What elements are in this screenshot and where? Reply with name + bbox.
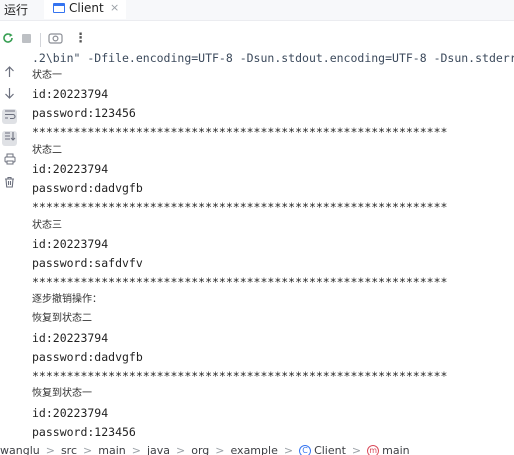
class-icon: C: [299, 445, 312, 455]
console-separator-line: ****************************************…: [32, 200, 448, 214]
rerun-icon[interactable]: [1, 31, 15, 50]
breadcrumb-item[interactable]: wanglu: [0, 445, 40, 455]
console-line-command: .2\bin" -Dfile.encoding=UTF-8 -Dsun.stdo…: [32, 51, 514, 65]
toolbar-divider: [40, 33, 41, 47]
breadcrumb-separator: >: [283, 445, 294, 455]
tab-client[interactable]: Client ×: [44, 0, 126, 19]
console-line: 逐步撤销操作：: [32, 294, 102, 305]
console-line: password:123456: [32, 106, 136, 120]
print-icon[interactable]: [2, 153, 17, 168]
console-icon: [53, 3, 65, 13]
console-line: 恢复到状态一: [32, 388, 92, 399]
scroll-to-end-icon[interactable]: [2, 131, 17, 146]
soft-wrap-icon[interactable]: [2, 109, 17, 124]
method-icon: m: [367, 445, 380, 455]
trash-icon[interactable]: [2, 176, 17, 191]
run-tool-window-title: 运行: [4, 3, 29, 17]
console-output[interactable]: .2\bin" -Dfile.encoding=UTF-8 -Dsun.stdo…: [32, 51, 514, 441]
breadcrumb-separator: >: [351, 445, 362, 455]
console-line: password:dadvgfb: [32, 350, 143, 364]
arrow-up-icon[interactable]: [2, 66, 17, 81]
console-line: id:20223794: [32, 406, 109, 420]
console-line: 状态一: [32, 70, 62, 81]
console-line: password:safdvfv: [32, 256, 143, 270]
console-line: 状态三: [32, 220, 62, 231]
console-line: 恢复到状态二: [32, 313, 92, 324]
camera-icon[interactable]: [48, 31, 63, 49]
tab-label: Client: [69, 1, 104, 15]
console-line: password:dadvgfb: [32, 181, 143, 195]
breadcrumb-item[interactable]: org: [191, 445, 209, 455]
breadcrumb-item-method[interactable]: main: [382, 445, 409, 455]
close-icon[interactable]: ×: [110, 1, 119, 14]
console-line: id:20223794: [32, 87, 109, 101]
console-line: password:123456: [32, 425, 136, 439]
arrow-down-icon[interactable]: [2, 87, 17, 102]
more-options-icon[interactable]: ⋮: [74, 31, 87, 47]
breadcrumb-separator: >: [131, 445, 141, 455]
console-line: id:20223794: [32, 162, 109, 176]
stop-icon[interactable]: [22, 34, 31, 43]
breadcrumb-separator: >: [45, 445, 55, 455]
run-toolbar: ⋮: [0, 29, 514, 51]
breadcrumb-item-class[interactable]: Client: [314, 445, 346, 455]
console-line: 状态二: [32, 145, 62, 156]
tool-window-tab-bar: 运行 Client ×: [0, 0, 514, 21]
breadcrumb-item[interactable]: main: [98, 445, 125, 455]
console-line: id:20223794: [32, 237, 109, 251]
breadcrumb-item[interactable]: src: [61, 445, 77, 455]
breadcrumb-item[interactable]: example: [230, 445, 277, 455]
breadcrumb-separator: >: [176, 445, 186, 455]
breadcrumb: wanglu > src > main > java > org > example > C Client…: [0, 445, 514, 455]
console-separator-line: ****************************************…: [32, 275, 448, 289]
console-separator-line: ****************************************…: [32, 125, 448, 139]
console-line: id:20223794: [32, 331, 109, 345]
console-gutter: [0, 55, 22, 445]
breadcrumb-separator: >: [83, 445, 93, 455]
console-separator-line: ****************************************…: [32, 369, 448, 383]
breadcrumb-item[interactable]: java: [147, 445, 170, 455]
breadcrumb-separator: >: [215, 445, 225, 455]
